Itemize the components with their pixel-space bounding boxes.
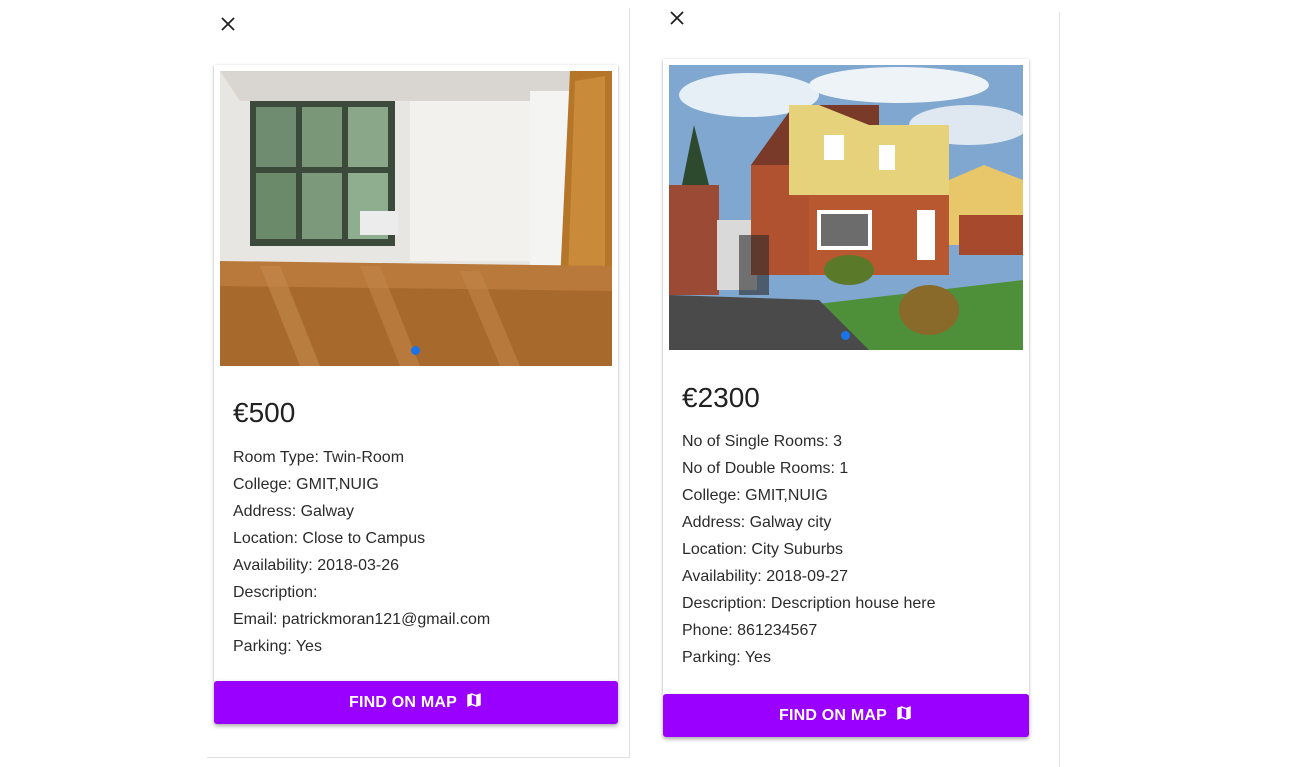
map-icon	[895, 704, 913, 727]
detail-line: Parking: Yes	[682, 649, 771, 666]
room-interior-photo[interactable]	[220, 71, 612, 366]
detail-line: Phone: 861234567	[682, 622, 818, 639]
detail-line: College: GMIT,NUIG	[682, 487, 828, 504]
detail-line: Availability: 2018-03-26	[233, 557, 400, 574]
listing-details: No of Single Rooms: 3 No of Double Rooms…	[682, 428, 935, 671]
detail-line: Address: Galway	[233, 503, 354, 520]
button-label: FIND ON MAP	[349, 693, 457, 711]
listing-details: Room Type: Twin-Room College: GMIT,NUIG …	[233, 444, 490, 660]
detail-line: No of Double Rooms: 1	[682, 460, 849, 477]
carousel-dot[interactable]	[841, 331, 850, 340]
find-on-map-button[interactable]: FIND ON MAP	[663, 694, 1029, 737]
map-icon	[465, 691, 483, 714]
listing-card: €2300 No of Single Rooms: 3 No of Double…	[663, 59, 1029, 695]
detail-line: Address: Galway city	[682, 514, 832, 531]
detail-line: Description:	[233, 584, 318, 601]
detail-line: No of Single Rooms: 3	[682, 433, 843, 450]
detail-line: Description: Description house here	[682, 595, 936, 612]
listing-card: €500 Room Type: Twin-Room College: GMIT,…	[214, 65, 618, 682]
panel-divider	[629, 8, 630, 758]
panel-divider	[1059, 12, 1060, 767]
panel-divider	[207, 757, 630, 758]
button-label: FIND ON MAP	[779, 706, 887, 724]
price: €500	[233, 397, 296, 428]
carousel-dot[interactable]	[411, 346, 420, 355]
detail-line: Email: patrickmoran121@gmail.com	[233, 611, 491, 628]
price: €2300	[682, 382, 760, 413]
house-exterior-photo[interactable]	[669, 65, 1023, 350]
find-on-map-button[interactable]: FIND ON MAP	[214, 681, 618, 724]
detail-line: Parking: Yes	[233, 638, 322, 655]
detail-line: Availability: 2018-09-27	[682, 568, 849, 585]
close-icon[interactable]	[216, 12, 240, 36]
close-icon[interactable]	[665, 6, 689, 30]
detail-line: College: GMIT,NUIG	[233, 476, 379, 493]
detail-line: Location: Close to Campus	[233, 530, 426, 547]
detail-line: Room Type: Twin-Room	[233, 449, 405, 466]
detail-line: Location: City Suburbs	[682, 541, 843, 558]
